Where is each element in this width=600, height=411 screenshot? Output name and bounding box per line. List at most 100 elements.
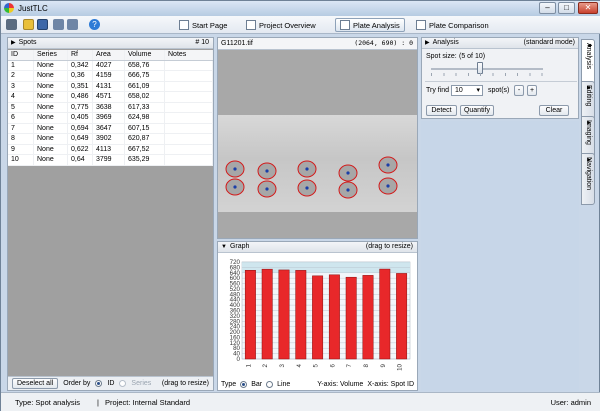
table-cell bbox=[165, 113, 213, 123]
nav-project-overview-label: Project Overview bbox=[259, 20, 316, 30]
spot-size-slider[interactable] bbox=[431, 68, 543, 70]
column-header[interactable]: Notes bbox=[165, 50, 213, 60]
column-header[interactable]: Volume bbox=[125, 50, 165, 60]
nav-plate-comparison-label: Plate Comparison bbox=[429, 20, 489, 30]
clear-button[interactable]: Clear bbox=[539, 105, 569, 116]
analysis-title: Analysis bbox=[432, 39, 459, 46]
table-header-row: ID Series Rf Area Volume Notes bbox=[8, 50, 213, 61]
deselect-all-button[interactable]: Deselect all bbox=[12, 378, 59, 389]
maximize-button[interactable]: □ bbox=[558, 2, 575, 14]
redo-icon[interactable] bbox=[67, 19, 78, 30]
bar[interactable] bbox=[312, 275, 324, 360]
spots-panel: ▶ Spots # 10 ID Series Rf Area Volume Notes 1N… bbox=[7, 37, 214, 391]
table-cell: 0,649 bbox=[68, 134, 93, 144]
table-cell bbox=[165, 102, 213, 112]
menu-icon[interactable] bbox=[6, 19, 17, 30]
bar[interactable] bbox=[362, 275, 374, 360]
table-cell: 0,36 bbox=[68, 71, 93, 81]
y-axis-selector[interactable]: Y-axis: Volume bbox=[317, 381, 363, 388]
column-header[interactable]: Rf bbox=[68, 50, 93, 60]
quantify-button[interactable]: Quantify bbox=[460, 105, 494, 116]
bar[interactable] bbox=[328, 274, 340, 360]
detect-button[interactable]: Detect bbox=[426, 105, 457, 116]
table-cell bbox=[165, 123, 213, 133]
x-tick-label: 1 bbox=[245, 363, 252, 367]
undo-icon[interactable] bbox=[53, 19, 64, 30]
table-cell: 3 bbox=[8, 81, 34, 91]
table-cell: 4571 bbox=[93, 92, 125, 102]
tab-arrow-icon: ▶ bbox=[586, 120, 592, 126]
tlc-plate-image[interactable] bbox=[218, 115, 417, 212]
type-bar-radio[interactable] bbox=[240, 380, 248, 388]
collapse-arrow-icon[interactable]: ▼ bbox=[221, 244, 227, 250]
order-by-series-radio[interactable] bbox=[119, 380, 127, 387]
table-cell: 3969 bbox=[93, 113, 125, 123]
type-line-radio[interactable] bbox=[266, 380, 274, 388]
tab-imaging[interactable]: Imaging ▶ bbox=[581, 116, 595, 158]
table-row[interactable]: 3 None 0,351 4131 661,09 bbox=[8, 81, 213, 92]
drag-to-resize-hint[interactable]: (drag to resize) bbox=[162, 380, 209, 387]
order-by-label: Order by bbox=[63, 380, 91, 387]
decrement-button[interactable]: - bbox=[514, 85, 524, 96]
table-row[interactable]: 6 None 0,405 3969 624,98 bbox=[8, 113, 213, 124]
graph-header[interactable]: ▼ Graph (drag to resize) bbox=[218, 242, 417, 253]
x-tick-label: 10 bbox=[397, 363, 404, 370]
open-folder-icon[interactable] bbox=[23, 19, 34, 30]
help-icon[interactable]: ? bbox=[89, 19, 100, 30]
column-header[interactable]: Series bbox=[34, 50, 68, 60]
nav-project-overview[interactable]: Project Overview bbox=[241, 18, 321, 32]
bar[interactable] bbox=[396, 273, 408, 360]
table-cell: 635,29 bbox=[125, 155, 165, 165]
table-cell: 658,76 bbox=[125, 60, 165, 70]
analysis-header[interactable]: ▶ Analysis (standard mode) bbox=[422, 38, 578, 49]
bar[interactable] bbox=[345, 276, 357, 360]
compare-icon bbox=[416, 20, 426, 30]
bar[interactable] bbox=[278, 269, 290, 360]
spot-center bbox=[346, 171, 350, 175]
title-bar[interactable]: JustTLC – □ ✕ bbox=[1, 1, 600, 16]
column-header[interactable]: ID bbox=[8, 50, 34, 60]
table-cell: 4027 bbox=[93, 60, 125, 70]
table-cell: 620,87 bbox=[125, 134, 165, 144]
table-row[interactable]: 7 None 0,694 3647 607,15 bbox=[8, 123, 213, 134]
plate-spots[interactable] bbox=[218, 115, 417, 212]
nav-plate-analysis[interactable]: Plate Analysis bbox=[335, 18, 405, 32]
minimize-button[interactable]: – bbox=[539, 2, 556, 14]
nav-start-page[interactable]: Start Page bbox=[174, 18, 232, 32]
tab-navigation[interactable]: Navigation ▶ bbox=[581, 153, 595, 205]
tab-editing[interactable]: Editing ▶ bbox=[581, 81, 595, 121]
table-cell: 6 bbox=[8, 113, 34, 123]
table-cell: 4159 bbox=[93, 71, 125, 81]
bar[interactable] bbox=[295, 270, 307, 360]
graph-drag-hint[interactable]: (drag to resize) bbox=[366, 242, 413, 252]
spot-count-select[interactable]: 10 bbox=[451, 85, 483, 96]
table-cell: None bbox=[34, 60, 68, 70]
try-find-label: Try find bbox=[426, 87, 450, 94]
table-cell: 1 bbox=[8, 60, 34, 70]
bar[interactable] bbox=[379, 268, 391, 360]
table-row[interactable]: 5 None 0,775 3638 617,33 bbox=[8, 102, 213, 113]
spots-header[interactable]: ▶ Spots # 10 bbox=[8, 38, 213, 49]
image-viewer[interactable]: G11201.tif (2064, 690) : 0 bbox=[217, 37, 418, 239]
column-header[interactable]: Area bbox=[93, 50, 125, 60]
nav-plate-comparison[interactable]: Plate Comparison bbox=[411, 18, 494, 32]
bar[interactable] bbox=[244, 270, 256, 360]
x-axis-selector[interactable]: X-axis: Spot ID bbox=[367, 381, 414, 388]
volume-bar-chart: 0408012016020024028032036040044048052056… bbox=[230, 259, 411, 371]
tab-arrow-icon: ▶ bbox=[586, 85, 592, 91]
save-icon[interactable] bbox=[37, 19, 48, 30]
increment-button[interactable]: + bbox=[527, 85, 537, 96]
collapse-arrow-icon[interactable]: ▶ bbox=[425, 40, 430, 46]
table-row[interactable]: 2 None 0,36 4159 666,75 bbox=[8, 71, 213, 82]
order-by-id-radio[interactable] bbox=[95, 380, 103, 387]
x-tick-label: 5 bbox=[313, 363, 320, 367]
table-row[interactable]: 4 None 0,486 4571 658,02 bbox=[8, 92, 213, 103]
table-row[interactable]: 9 None 0,622 4113 667,52 bbox=[8, 144, 213, 155]
spot-size-value: (5 of 10) bbox=[459, 53, 486, 60]
table-row[interactable]: 1 None 0,342 4027 658,76 bbox=[8, 60, 213, 71]
table-row[interactable]: 8 None 0,649 3902 620,87 bbox=[8, 134, 213, 145]
collapse-arrow-icon[interactable]: ▶ bbox=[11, 40, 16, 46]
table-row[interactable]: 10 None 0,64 3799 635,29 bbox=[8, 155, 213, 166]
bar[interactable] bbox=[261, 268, 273, 360]
close-button[interactable]: ✕ bbox=[578, 2, 598, 14]
